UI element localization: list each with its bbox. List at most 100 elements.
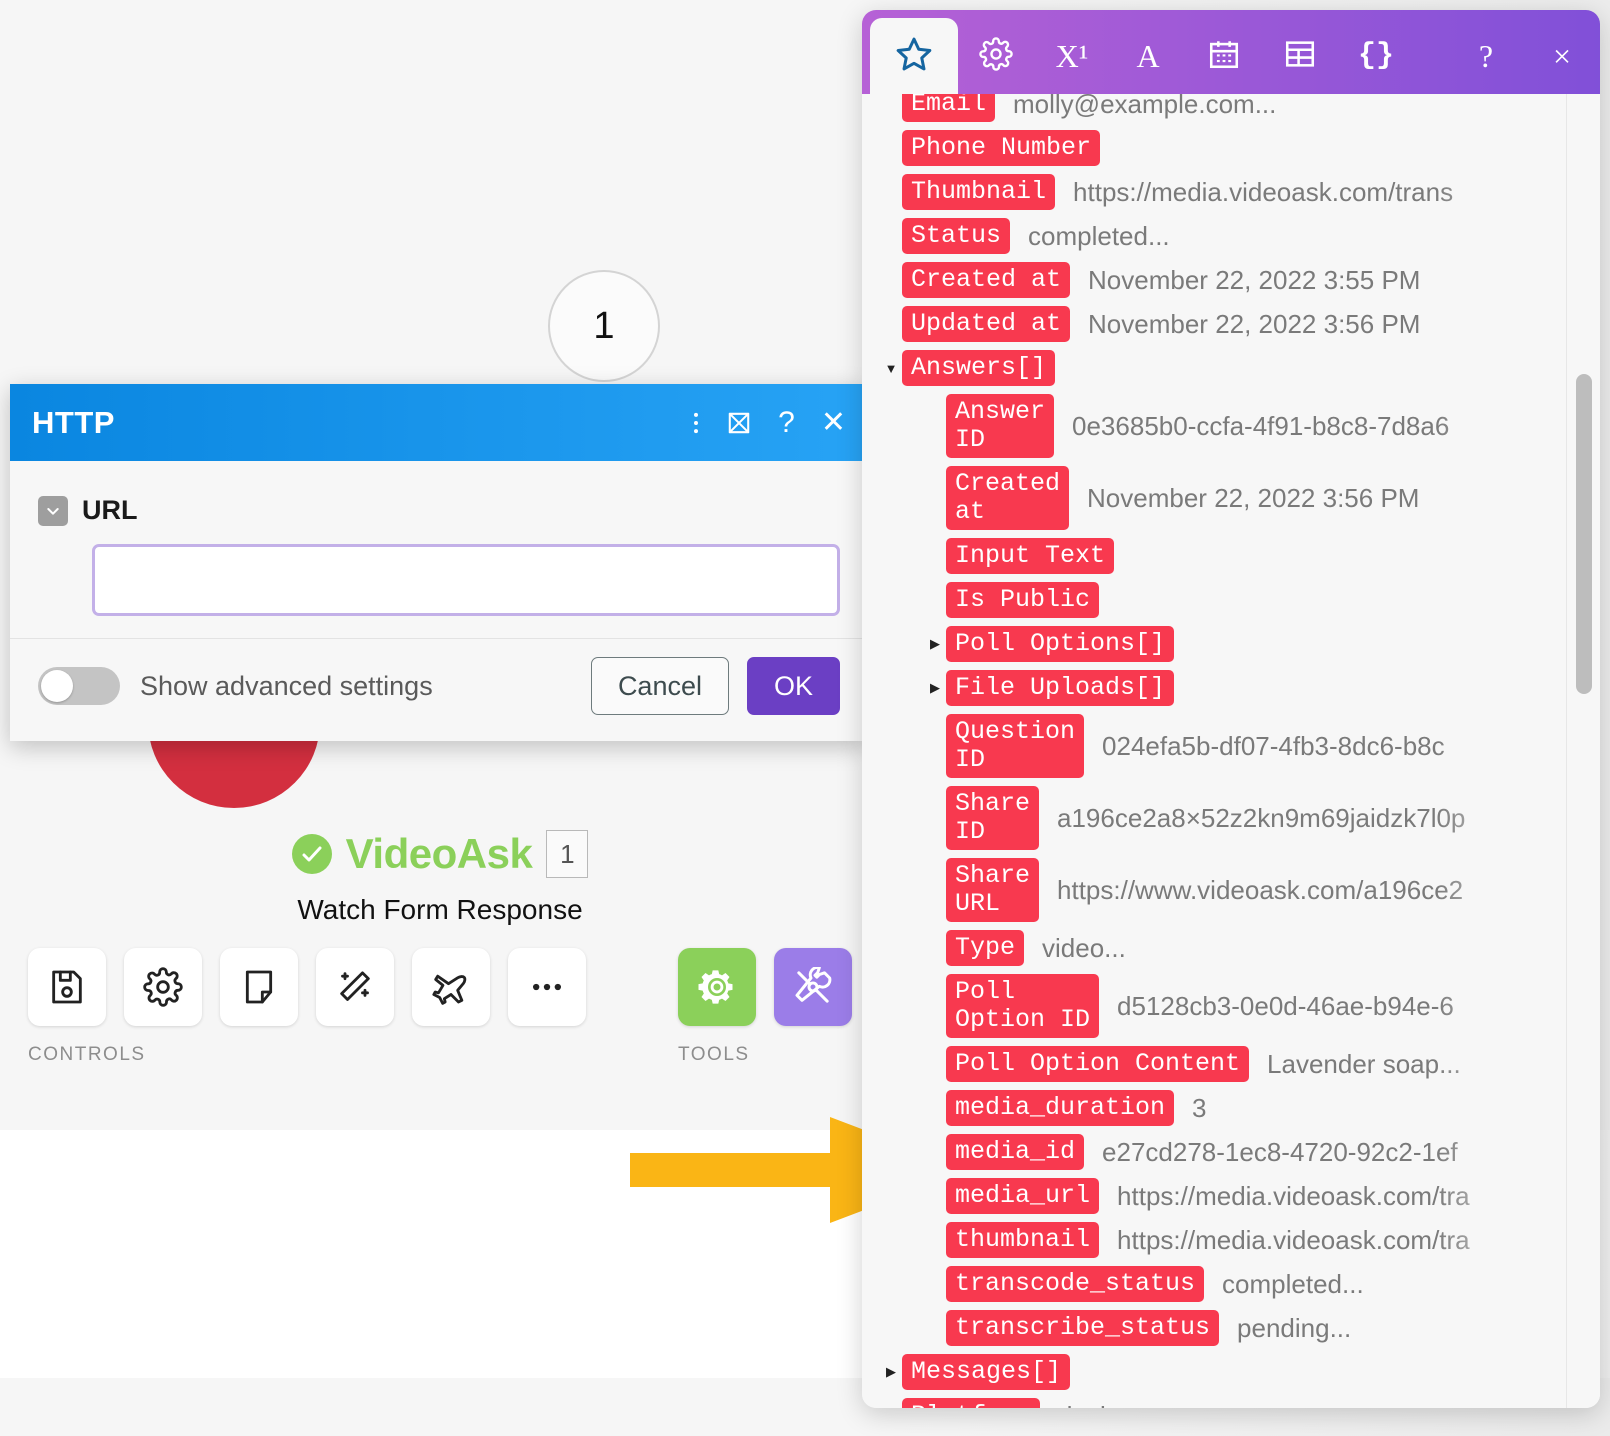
tree-row[interactable]: Type video... — [880, 930, 1566, 966]
tab-date-functions[interactable] — [1186, 18, 1262, 94]
tree-item-tag[interactable]: media_id — [946, 1134, 1085, 1170]
tree-row[interactable]: Updated at November 22, 2022 3:56 PM — [880, 306, 1566, 342]
tab-help[interactable]: ? — [1448, 18, 1524, 94]
wrench-screwdriver-icon[interactable] — [774, 948, 852, 1026]
kebab-menu-icon[interactable] — [692, 409, 700, 437]
panel-scrollbar-track[interactable] — [1566, 94, 1600, 1408]
chevron-down-icon[interactable] — [38, 495, 68, 526]
tree-item-value: November 22, 2022 3:56 PM — [1087, 482, 1420, 513]
http-dialog: HTTP ? ✕ URL Show advanced settings Canc… — [10, 384, 868, 741]
close-icon[interactable]: ✕ — [821, 407, 846, 438]
panel-body[interactable]: Email molly@example.com... Phone Number Thu… — [862, 94, 1600, 1408]
tree-row[interactable]: Status completed... — [880, 218, 1566, 254]
tree-item-value: desktop... — [1058, 1401, 1171, 1409]
tree-row[interactable]: Is Public — [880, 582, 1566, 618]
tree-row[interactable]: Created at November 22, 2022 3:55 PM — [880, 262, 1566, 298]
tools-label: TOOLS — [678, 1044, 750, 1065]
tree-row[interactable]: Created at November 22, 2022 3:56 PM — [880, 466, 1566, 530]
module-name: VideoAsk — [345, 830, 533, 877]
note-icon[interactable] — [220, 948, 298, 1026]
tree-row[interactable]: media_url https://media.videoask.com/tra — [880, 1178, 1566, 1214]
tree-item-value: https://www.videoask.com/a196ce2 — [1057, 874, 1464, 905]
tree-row[interactable]: ▶ Messages[] — [880, 1354, 1566, 1390]
chevron-right-icon[interactable]: ▶ — [924, 636, 946, 652]
tree-item-tag[interactable]: Created at — [946, 466, 1070, 530]
tab-array-functions[interactable] — [1262, 18, 1338, 94]
tree-item-tag[interactable]: Share URL — [946, 858, 1040, 922]
tab-text-functions[interactable]: A — [1110, 18, 1186, 94]
tree-item-tag[interactable]: Answer ID — [946, 394, 1055, 458]
tab-general-functions[interactable] — [958, 18, 1034, 94]
more-ellipsis-icon[interactable] — [508, 948, 586, 1026]
tree-item-tag[interactable]: Is Public — [946, 582, 1100, 618]
tree-row[interactable]: media_id e27cd278-1ec8-4720-92c2-1ef — [880, 1134, 1566, 1170]
tree-item-tag[interactable]: Answers[] — [902, 350, 1056, 386]
tree-item-tag[interactable]: Status — [902, 218, 1011, 254]
url-input[interactable] — [95, 547, 837, 613]
chevron-right-icon[interactable]: ▶ — [924, 680, 946, 696]
chevron-right-icon[interactable]: ▶ — [880, 1364, 902, 1380]
tree-row[interactable]: Thumbnail https://media.videoask.com/tran… — [880, 174, 1566, 210]
url-input-wrapper — [92, 544, 840, 616]
tree-row[interactable]: Phone Number — [880, 130, 1566, 166]
help-question-icon[interactable]: ? — [778, 407, 795, 438]
tree-row[interactable]: media_duration 3 — [880, 1090, 1566, 1126]
tree-item-tag[interactable]: media_url — [946, 1178, 1100, 1214]
tree-row[interactable]: Poll Option ID d5128cb3-0e0d-46ae-b94e-6 — [880, 974, 1566, 1038]
gear-tool-icon[interactable] — [678, 948, 756, 1026]
tree-item-tag[interactable]: Poll Options[] — [946, 626, 1175, 662]
url-field-label: URL — [82, 495, 138, 525]
expand-icon[interactable] — [726, 410, 752, 436]
tree-item-tag[interactable]: Input Text — [946, 538, 1115, 574]
tree-item-tag[interactable]: media_duration — [946, 1090, 1175, 1126]
tree-row[interactable]: ▶ Poll Options[] — [880, 626, 1566, 662]
tree-row[interactable]: Share ID a196ce2a8×52z2kn9m69jaidzk7l0p — [880, 786, 1566, 850]
tree-item-tag[interactable]: Phone Number — [902, 130, 1101, 166]
cancel-button[interactable]: Cancel — [590, 657, 729, 715]
tree-row[interactable]: thumbnail https://media.videoask.com/tra — [880, 1222, 1566, 1258]
tree-row[interactable]: Email molly@example.com... — [880, 94, 1566, 122]
tree-item-tag[interactable]: Share ID — [946, 786, 1040, 850]
airplane-icon[interactable] — [412, 948, 490, 1026]
tab-math-functions[interactable]: X¹ — [1034, 18, 1110, 94]
tab-favorites[interactable] — [870, 18, 958, 94]
videoask-module: VideoAsk 1 Watch Form Response CONTROLS … — [0, 830, 880, 1066]
dialog-header: HTTP ? ✕ — [10, 384, 868, 461]
tree-row[interactable]: ▼ Answers[] — [880, 350, 1566, 386]
tab-variables[interactable]: {} — [1338, 18, 1414, 94]
tree-item-tag[interactable]: Thumbnail — [902, 174, 1056, 210]
tree-item-tag[interactable]: File Uploads[] — [946, 670, 1175, 706]
tree-item-tag[interactable]: Updated at — [902, 306, 1071, 342]
tree-row[interactable]: Poll Option Content Lavender soap... — [880, 1046, 1566, 1082]
tree-item-tag[interactable]: transcode_status — [946, 1266, 1205, 1302]
tree-row[interactable]: transcribe_status pending... — [880, 1310, 1566, 1346]
tree-item-tag[interactable]: Email — [902, 94, 996, 122]
tree-item-tag[interactable]: Poll Option ID — [946, 974, 1100, 1038]
tree-item-tag[interactable]: Poll Option Content — [946, 1046, 1250, 1082]
tree-row[interactable]: Question ID 024efa5b-df07-4fb3-8dc6-b8c — [880, 714, 1566, 778]
panel-scrollbar-thumb[interactable] — [1576, 374, 1592, 694]
tree-row[interactable]: Answer ID 0e3685b0-ccfa-4f91-b8c8-7d8a6 — [880, 394, 1566, 458]
tree-row[interactable]: Platform desktop... — [880, 1398, 1566, 1408]
tree-item-tag[interactable]: Type — [946, 930, 1025, 966]
tree-row[interactable]: transcode_status completed... — [880, 1266, 1566, 1302]
tree-row[interactable]: Input Text — [880, 538, 1566, 574]
magic-wand-icon[interactable] — [316, 948, 394, 1026]
panel-close-button[interactable]: × — [1524, 18, 1600, 94]
save-icon[interactable] — [28, 948, 106, 1026]
tree-row[interactable]: Share URL https://www.videoask.com/a196ce… — [880, 858, 1566, 922]
tree-item-tag[interactable]: Messages[] — [902, 1354, 1071, 1390]
tree-item-tag[interactable]: thumbnail — [946, 1222, 1100, 1258]
gear-icon[interactable] — [124, 948, 202, 1026]
tree-item-tag[interactable]: Platform — [902, 1398, 1041, 1408]
tree-item-value: video... — [1042, 932, 1126, 963]
tree-row[interactable]: ▶ File Uploads[] — [880, 670, 1566, 706]
show-advanced-settings-toggle[interactable] — [38, 667, 120, 705]
flow-node-counter[interactable]: 1 — [548, 270, 660, 382]
chevron-down-icon[interactable]: ▼ — [880, 361, 902, 376]
tree-item-tag[interactable]: transcribe_status — [946, 1310, 1220, 1346]
tree-item-tag[interactable]: Created at — [902, 262, 1071, 298]
close-icon: × — [1552, 38, 1572, 74]
tree-item-tag[interactable]: Question ID — [946, 714, 1085, 778]
ok-button[interactable]: OK — [746, 657, 840, 715]
